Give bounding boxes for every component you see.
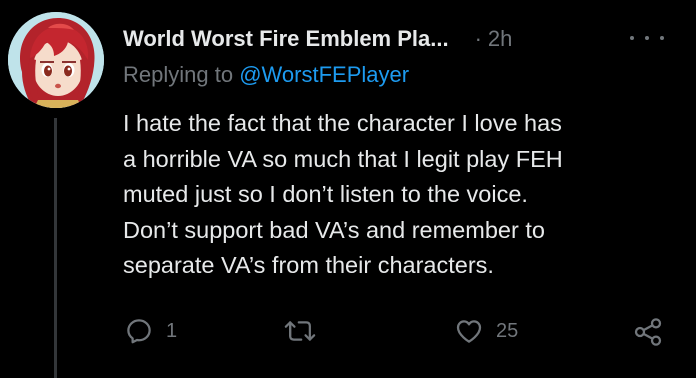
tweet-body-line: separate VA’s from their characters. — [123, 252, 494, 278]
more-dot — [630, 36, 634, 40]
tweet-body-line: I hate the fact that the character I lov… — [123, 110, 562, 136]
avatar-image — [8, 12, 104, 108]
display-name[interactable]: World Worst Fire Emblem Pla... — [123, 26, 449, 52]
reply-count: 1 — [166, 319, 178, 342]
replying-to: Replying to @WorstFEPlayer — [123, 62, 409, 88]
replying-handle-link[interactable]: @WorstFEPlayer — [239, 62, 409, 87]
reply-button[interactable]: 1 — [124, 316, 177, 346]
timestamp[interactable]: 2h — [488, 26, 512, 52]
like-button[interactable]: 25 — [454, 316, 518, 346]
more-options-button[interactable] — [630, 28, 664, 48]
separator-dot: · — [474, 26, 482, 51]
replying-prefix: Replying to — [123, 62, 234, 87]
like-count: 25 — [496, 319, 519, 342]
avatar[interactable] — [8, 12, 104, 108]
action-bar: 1 25 — [0, 312, 696, 352]
retweet-icon — [284, 321, 316, 341]
tweet-body-line: Don’t support bad VA’s and remember to — [123, 216, 545, 243]
tweet-body-line: muted just so I don’t listen to the voic… — [123, 181, 528, 207]
more-dot — [660, 36, 664, 40]
share-icon — [634, 318, 662, 346]
tweet-body: I hate the fact that the character I lov… — [123, 106, 683, 284]
reply-icon — [127, 319, 151, 344]
share-button[interactable] — [632, 316, 664, 348]
heart-icon — [456, 320, 482, 343]
tweet-body-line: a horrible VA so much that I legit play … — [123, 145, 563, 172]
more-dot — [645, 36, 649, 40]
retweet-button[interactable] — [284, 316, 328, 346]
tweet-header: World Worst Fire Emblem Pla... · 2h — [123, 24, 512, 54]
tweet[interactable]: World Worst Fire Emblem Pla... · 2h Repl… — [0, 0, 696, 378]
